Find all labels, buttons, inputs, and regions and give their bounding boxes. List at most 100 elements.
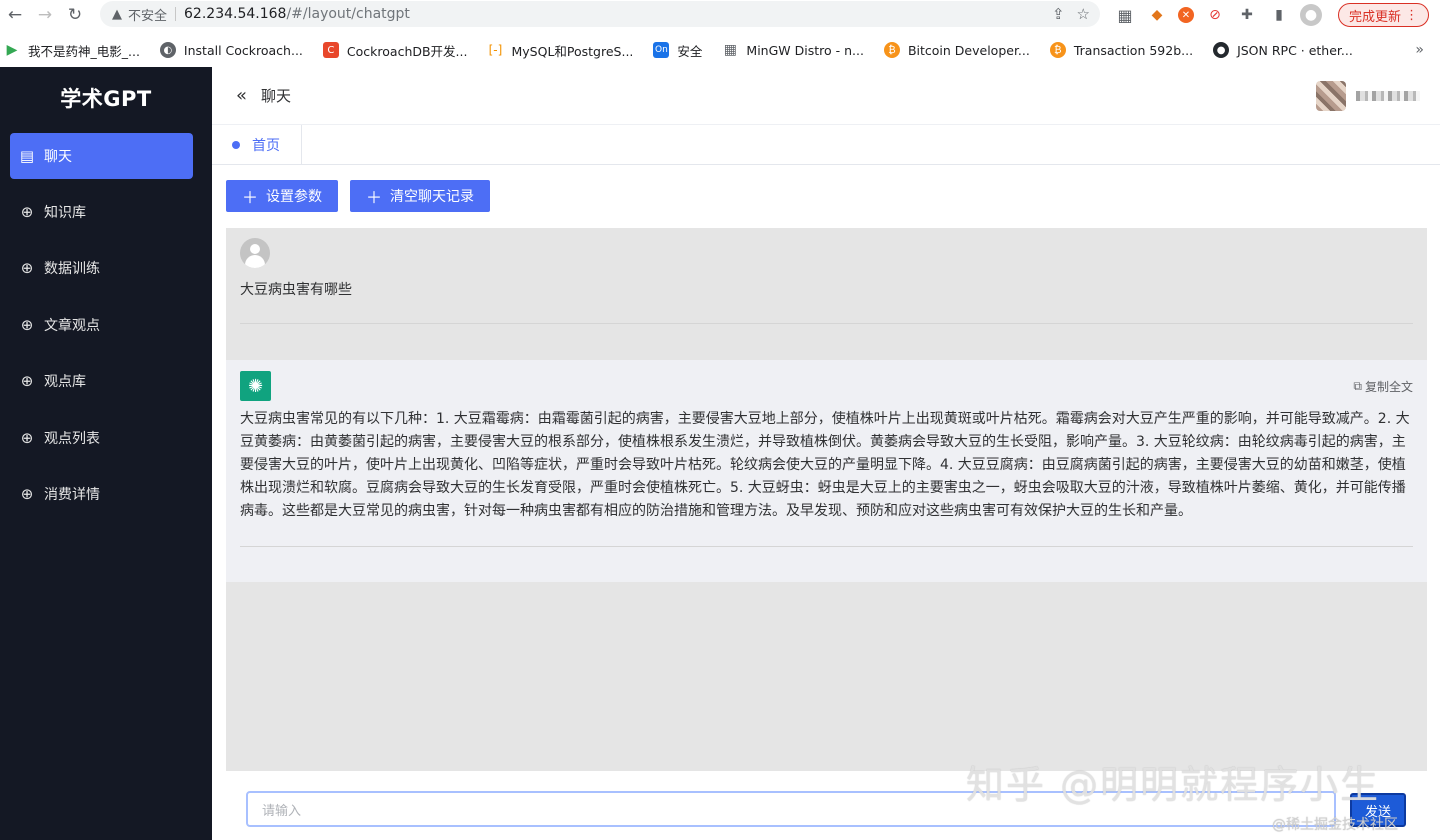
bookmark-label: MySQL和PostgreS... (511, 43, 634, 59)
profile-icon[interactable]: ● (1300, 4, 1322, 26)
sidebar: 学术GPT ▤ 聊天 ⊕ 知识库 ⊕ 数据训练 ⊕ 文章观点 ⊕ 观点库 ⊕ 观… (0, 67, 212, 840)
collapse-sidebar-icon[interactable]: « (236, 85, 247, 106)
update-button[interactable]: 完成更新 ⋮ (1338, 3, 1430, 27)
assistant-message-text: 大豆病虫害常见的有以下几种：1. 大豆霜霉病：由霜霉菌引起的病害，主要侵害大豆地… (240, 411, 1410, 519)
message-divider (240, 323, 1413, 324)
crosshair-icon: ⊕ (20, 372, 34, 390)
sidebar-item-label: 观点库 (44, 374, 86, 390)
blocked-extension-icon[interactable]: ⊘ (1204, 4, 1226, 26)
warning-icon: ▲ (112, 6, 122, 22)
c-logo-icon: C (322, 42, 339, 58)
message-divider (240, 546, 1413, 547)
bracket-icon: [-] (488, 43, 503, 57)
crosshair-icon: ⊕ (20, 259, 34, 277)
bookmark-item[interactable]: ▦ MinGW Distro - n... (722, 42, 864, 58)
bookmark-label: 我不是药神_电影_... (28, 43, 140, 59)
sidebar-item-consumption[interactable]: ⊕ 消费详情 (10, 471, 193, 517)
url-host: 62.234.54.168 (184, 6, 287, 22)
bookmark-item[interactable]: [-] MySQL和PostgreS... (487, 41, 634, 60)
user-message-text: 大豆病虫害有哪些 (240, 282, 352, 298)
address-bar[interactable]: ▲ 不安全 62.234.54.168 /#/layout/chatgpt ⇪ … (100, 1, 1100, 27)
chat-input-placeholder: 请输入 (262, 803, 302, 819)
bookmark-label: Bitcoin Developer... (907, 42, 1030, 58)
omnibox-actions: ⇪ ☆ (1052, 5, 1090, 23)
bookmark-label: JSON RPC · ether... (1237, 42, 1353, 58)
chat-history[interactable]: 大豆病虫害有哪些 ✺ ⧉ 复制全文 大豆病虫害常见的有以下几种：1. 大豆霜霉病… (226, 228, 1427, 771)
extensions-bar: ▦ ◆ ✕ ⊘ ✚ ▮ ● 完成更新 ⋮ (1114, 3, 1430, 27)
document-icon: ▤ (19, 147, 35, 165)
metamask-icon[interactable]: ◆ (1146, 4, 1168, 26)
insecure-label: 不安全 (128, 8, 168, 24)
copy-label: 复制全文 (1364, 380, 1413, 394)
main-content: « 聊天 首页 ＋ 设置参数 ＋ 清空聊天记录 大豆病虫害有哪些 ✺ ⧉ 复制全… (212, 67, 1440, 840)
crosshair-icon: ⊕ (20, 429, 34, 447)
bookmark-label: CockroachDB开发... (346, 43, 468, 59)
sidebar-item-label: 知识库 (44, 205, 86, 221)
user-message: 大豆病虫害有哪些 (226, 228, 1427, 360)
bookmarks-more-button[interactable]: » (1415, 42, 1424, 58)
crosshair-icon: ⊕ (20, 203, 34, 221)
tab-bar: 首页 (212, 125, 1440, 165)
bookmark-item[interactable]: ₿ Transaction 592b... (1049, 42, 1194, 58)
sidebar-item-label: 数据训练 (44, 261, 100, 277)
assistant-message: ✺ ⧉ 复制全文 大豆病虫害常见的有以下几种：1. 大豆霜霉病：由霜霉菌引起的病… (226, 360, 1427, 582)
share-icon[interactable]: ⇪ (1052, 5, 1065, 23)
active-tab-dot (232, 141, 240, 149)
sidebar-item-data-training[interactable]: ⊕ 数据训练 (10, 245, 193, 291)
reload-icon[interactable]: ↻ (60, 0, 90, 30)
crosshair-icon: ⊕ (20, 485, 34, 503)
orange-extension-icon[interactable]: ✕ (1178, 7, 1194, 23)
globe-icon: ◐ (159, 42, 176, 58)
github-icon: ● (1213, 42, 1230, 58)
clear-history-label: 清空聊天记录 (390, 189, 475, 205)
sidebar-item-view-library[interactable]: ⊕ 观点库 (10, 358, 193, 404)
bookmark-item[interactable]: On 安全 (653, 41, 702, 60)
plus-icon: ＋ (366, 188, 383, 207)
browser-toolbar: ← → ↻ ▲ 不安全 62.234.54.168 /#/layout/chat… (0, 0, 1440, 30)
bookmark-item[interactable]: ▶ 我不是药神_电影_... (4, 41, 140, 60)
sidebar-item-label: 聊天 (44, 149, 72, 165)
set-params-button[interactable]: ＋ 设置参数 (226, 180, 339, 212)
clear-history-button[interactable]: ＋ 清空聊天记录 (350, 180, 491, 212)
grid-icon: ▦ (723, 42, 738, 58)
openai-logo-icon: ✺ (240, 371, 271, 401)
bookmark-label: Transaction 592b... (1073, 42, 1194, 58)
bookmark-item[interactable]: ● JSON RPC · ether... (1213, 42, 1353, 58)
puzzle-extensions-icon[interactable]: ✚ (1236, 4, 1258, 26)
user-name-blurred (1356, 91, 1420, 101)
copy-all-button[interactable]: ⧉ 复制全文 (1353, 378, 1413, 395)
user-avatar-icon (240, 238, 270, 268)
bookmark-item[interactable]: C CockroachDB开发... (322, 41, 468, 60)
url-path: /#/layout/chatgpt (286, 6, 410, 22)
back-icon[interactable]: ← (0, 0, 30, 30)
page-header: « 聊天 (212, 67, 1440, 125)
grid-extension-icon[interactable]: ▦ (1114, 4, 1136, 26)
sidebar-item-chat[interactable]: ▤ 聊天 (10, 133, 193, 179)
bookmark-item[interactable]: ₿ Bitcoin Developer... (883, 42, 1030, 58)
page-title: 聊天 (261, 87, 292, 105)
user-menu[interactable] (1316, 81, 1420, 111)
sidebar-item-label: 文章观点 (44, 318, 100, 334)
bookmark-star-icon[interactable]: ☆ (1077, 5, 1090, 23)
bookmark-label: Install Cockroach... (183, 42, 303, 58)
sidebar-item-article-views[interactable]: ⊕ 文章观点 (10, 302, 193, 348)
sidebar-item-label: 消费详情 (44, 487, 100, 503)
bookmark-label: MinGW Distro - n... (746, 42, 864, 58)
address-separator (175, 7, 177, 21)
sidebar-item-label: 观点列表 (44, 431, 100, 447)
bitcoin-icon: ₿ (1049, 42, 1066, 58)
sidebar-item-view-list[interactable]: ⊕ 观点列表 (10, 415, 193, 461)
bookmark-item[interactable]: ◐ Install Cockroach... (159, 42, 303, 58)
copy-icon: ⧉ (1353, 379, 1362, 393)
avatar (1316, 81, 1346, 111)
side-panel-icon[interactable]: ▮ (1268, 4, 1290, 26)
watermark-secondary: @稀土掘金技术社区 (1272, 817, 1398, 833)
update-label: 完成更新 (1349, 9, 1402, 25)
crosshair-icon: ⊕ (20, 316, 34, 334)
on-logo-icon: On (653, 42, 670, 58)
watermark: 知乎 @明明就程序小生 (966, 763, 1381, 807)
sidebar-item-knowledge-base[interactable]: ⊕ 知识库 (10, 189, 193, 235)
chat-toolbar: ＋ 设置参数 ＋ 清空聊天记录 (226, 180, 491, 212)
tab-home[interactable]: 首页 (212, 125, 302, 165)
forward-icon[interactable]: → (30, 0, 60, 30)
